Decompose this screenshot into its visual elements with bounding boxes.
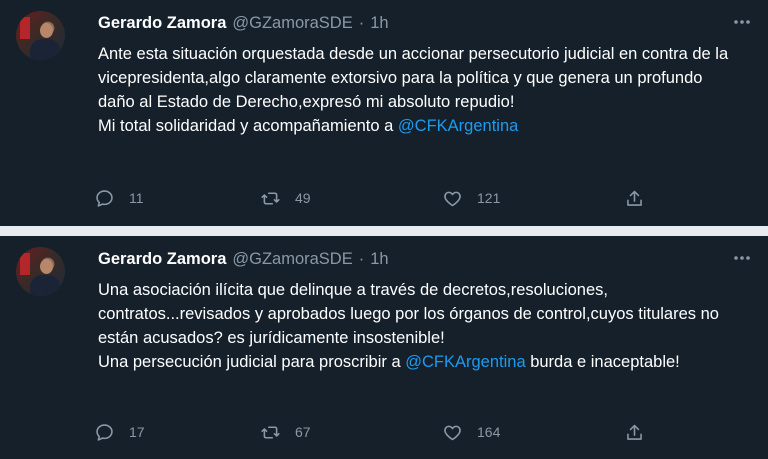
timestamp[interactable]: 1h (370, 14, 388, 33)
author-name[interactable]: Gerardo Zamora (98, 250, 226, 269)
tweet-divider (0, 226, 768, 236)
tweet-text: Ante esta situación orquestada desde un … (98, 42, 738, 138)
tweet-text-segment: Mi total solidaridad y acompañamiento a (98, 117, 398, 135)
retweet-count: 49 (295, 190, 311, 206)
tweet-actions: 17 67 164 (94, 420, 654, 444)
like-count: 121 (477, 190, 501, 206)
share-icon (627, 190, 642, 206)
avatar[interactable] (16, 11, 65, 60)
tweet-paragraph: Una asociación ilícita que delinque a tr… (98, 281, 719, 347)
more-icon[interactable] (732, 12, 752, 32)
author-handle[interactable]: @GZamoraSDE (232, 250, 352, 269)
tweet-text-segment: burda e inaceptable! (525, 353, 680, 371)
tweet-paragraph: Mi total solidaridad y acompañamiento a … (98, 114, 738, 138)
tweet[interactable]: Gerardo Zamora @GZamoraSDE · 1h Ante est… (0, 0, 768, 226)
reply-count: 11 (129, 190, 144, 206)
tweet-actions: 11 49 121 (94, 186, 654, 210)
timestamp[interactable]: 1h (370, 250, 388, 269)
avatar[interactable] (16, 247, 65, 296)
separator-dot: · (358, 249, 365, 268)
author-name[interactable]: Gerardo Zamora (98, 14, 226, 33)
like-icon (444, 425, 461, 440)
reply-icon (96, 189, 113, 207)
separator-dot: · (358, 13, 365, 32)
like-count: 164 (477, 424, 501, 440)
retweet-button[interactable]: 67 (260, 420, 311, 444)
share-button[interactable] (624, 186, 659, 210)
more-icon[interactable] (732, 248, 752, 268)
tweet-paragraph: Una persecución judicial para proscribir… (98, 350, 738, 374)
retweet-icon (261, 425, 280, 439)
author-handle[interactable]: @GZamoraSDE (232, 14, 352, 33)
tweet-header: Gerardo Zamora @GZamoraSDE · 1h (98, 248, 389, 270)
tweet-header: Gerardo Zamora @GZamoraSDE · 1h (98, 12, 389, 34)
like-button[interactable]: 164 (442, 420, 500, 444)
tweet-paragraph: Ante esta situación orquestada desde un … (98, 45, 729, 111)
retweet-count: 67 (295, 424, 311, 440)
retweet-icon (261, 191, 280, 205)
mention-link[interactable]: @CFKArgentina (398, 117, 518, 135)
retweet-button[interactable]: 49 (260, 186, 311, 210)
like-icon (444, 191, 461, 206)
mention-link[interactable]: @CFKArgentina (405, 353, 525, 371)
share-icon (627, 424, 642, 440)
reply-button[interactable]: 17 (94, 420, 145, 444)
tweet-text: Una asociación ilícita que delinque a tr… (98, 278, 738, 374)
reply-count: 17 (129, 424, 145, 440)
share-button[interactable] (624, 420, 659, 444)
tweet[interactable]: Gerardo Zamora @GZamoraSDE · 1h Una asoc… (0, 236, 768, 459)
reply-icon (96, 423, 113, 441)
tweet-text-segment: Una persecución judicial para proscribir… (98, 353, 406, 371)
reply-button[interactable]: 11 (94, 186, 144, 210)
like-button[interactable]: 121 (442, 186, 500, 210)
